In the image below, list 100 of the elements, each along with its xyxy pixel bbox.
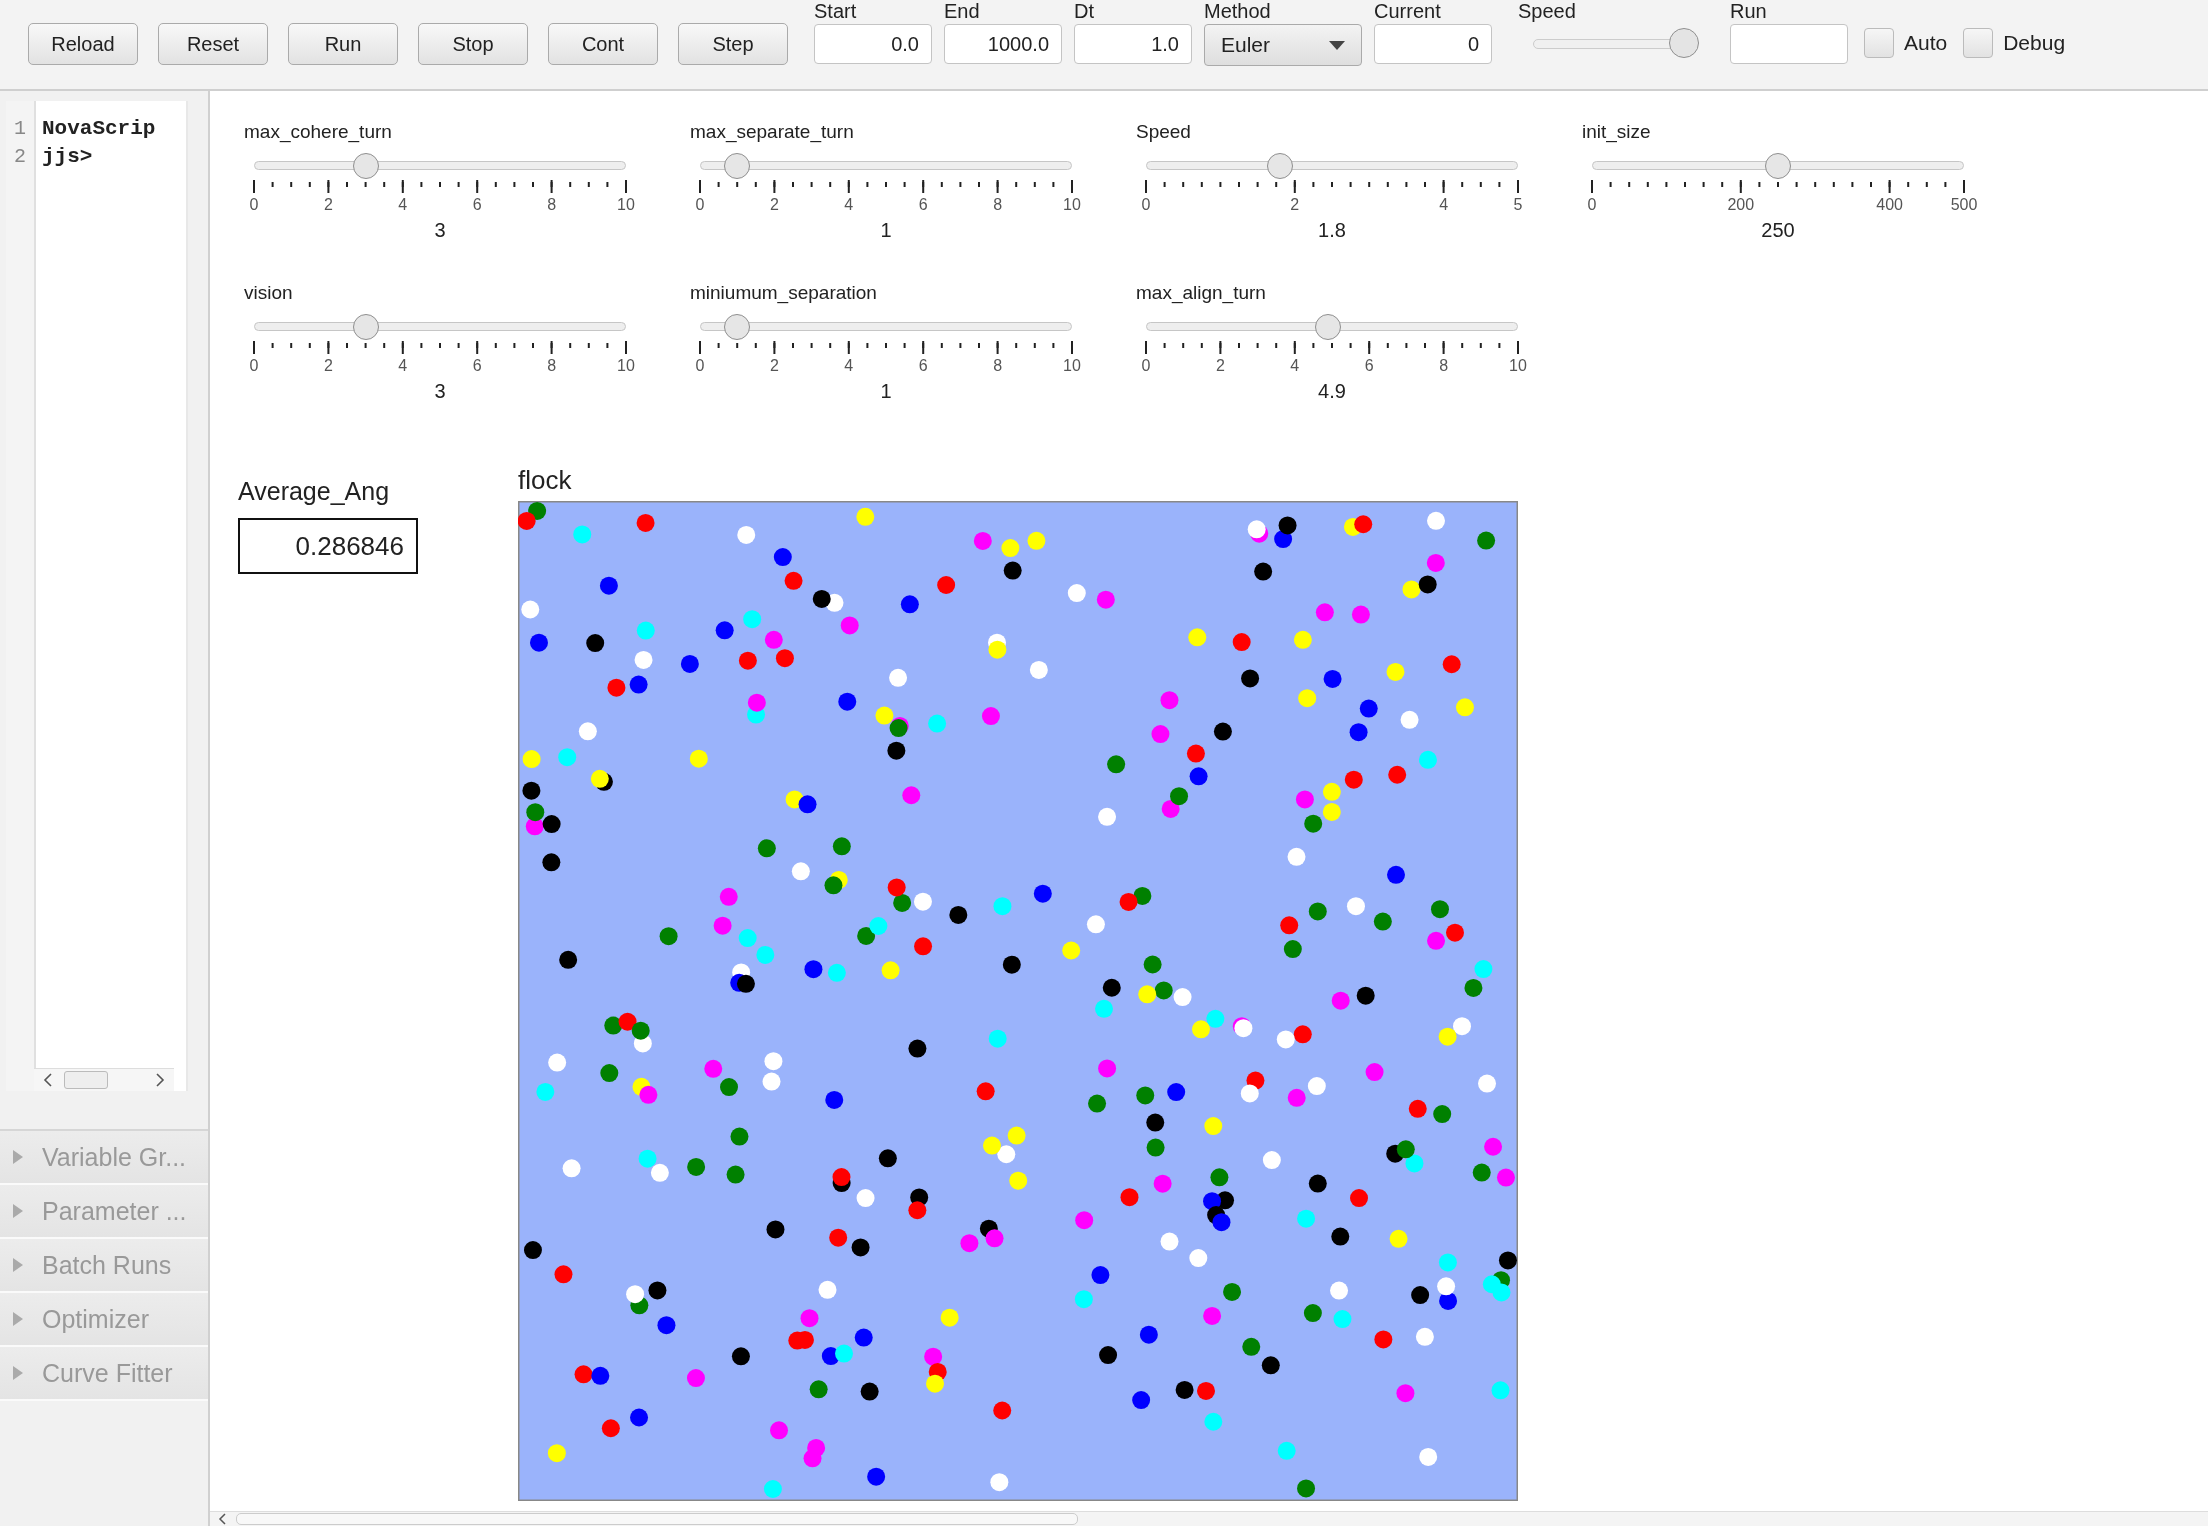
tick-label: 0 [695,357,705,375]
scroll-thumb[interactable] [64,1071,108,1089]
toolbar-button[interactable]: Cont [548,23,658,65]
expand-triangle-icon [12,1149,24,1165]
tick-label: 2 [769,196,779,214]
tick-label: 2 [769,357,779,375]
tick-label: 8 [993,196,1003,214]
script-editor[interactable]: 1 2 NovaScrip jjs> [6,101,188,1091]
slider[interactable] [700,153,1072,179]
tick-label: 8 [993,357,1003,375]
slider-thumb[interactable] [1765,153,1791,179]
slider-thumb[interactable] [1668,28,1699,58]
line-number: 1 [14,116,26,142]
line-number: 2 [14,144,26,170]
slider-label: Speed [1136,121,1192,144]
tick-label: 6 [472,196,482,214]
tick-label: 5 [1513,196,1523,214]
slider-thumb[interactable] [724,314,751,340]
tick-label: 200 [1727,196,1755,214]
scroll-left-icon[interactable] [42,1072,54,1088]
slider-label: vision [244,282,294,305]
slider-thumb[interactable] [1315,314,1342,340]
tick-label: 2 [1290,196,1300,214]
expand-triangle-icon [12,1365,24,1381]
slider[interactable] [1146,314,1518,340]
tick-label: 6 [918,357,928,375]
output-label: Average_Ang [238,477,391,506]
horizontal-scrollbar[interactable] [210,1511,2208,1526]
scroll-thumb[interactable] [236,1513,1078,1525]
slider-label: max_align_turn [1136,282,1267,306]
slider[interactable] [254,153,626,179]
tick-label: 0 [1141,357,1151,375]
slider-label: max_cohere_turn [244,121,393,145]
checkbox-label: Debug [2003,31,2066,55]
tick-label: 0 [1587,196,1597,214]
field-label: Run [1730,0,1768,24]
tick-label: 0 [249,357,259,375]
method-dropdown[interactable]: Euler [1204,24,1362,66]
slider-thumb[interactable] [352,314,379,340]
toolbar-button[interactable]: Run [288,23,398,65]
tick-label: 0 [249,196,259,214]
input-field[interactable] [1730,24,1848,64]
caret-icon [1329,40,1345,50]
output-value: 0.286846 [238,518,418,574]
tick-label: 2 [323,357,333,375]
code-line: NovaScrip [42,116,156,142]
tick-label: 10 [617,196,635,214]
toolbar-button[interactable]: Step [678,23,788,65]
checkbox[interactable] [1963,28,1994,58]
field-label: Method [1204,0,1272,24]
slider-thumb[interactable] [352,153,379,179]
slider[interactable] [254,314,626,340]
field-label: Current [1374,0,1442,24]
code-line: jjs> [42,144,94,170]
tick-label: 400 [1876,196,1903,214]
slider-thumb[interactable] [1266,153,1293,179]
tick-label: 2 [1215,357,1225,375]
field-label: Speed [1518,0,1577,24]
toolbar-button[interactable]: Reset [158,23,268,65]
slider[interactable] [700,314,1072,340]
tick-label: 6 [472,357,482,375]
expand-triangle-icon [12,1311,24,1327]
tick-label: 4 [398,196,408,214]
slider-value: 3 [433,380,447,403]
tick-label: 500 [1950,196,1978,214]
input-field[interactable]: 0.0 [814,24,932,64]
input-field[interactable]: 1000.0 [944,24,1062,64]
slider-thumb[interactable] [724,153,751,179]
tick-label: 4 [1439,196,1449,214]
slider[interactable] [1146,153,1518,179]
tick-label: 0 [695,196,705,214]
slider-label: init_size [1582,121,1652,145]
tick-label: 4 [844,357,854,375]
slider-value: 1 [879,219,893,242]
canvas-title: flock [518,465,573,497]
tick-label: 8 [547,357,557,375]
slider[interactable] [1592,153,1964,179]
checkbox[interactable] [1864,28,1894,58]
tick-label: 10 [617,357,635,375]
slider-value: 250 [1760,219,1796,242]
tick-label: 8 [547,196,557,214]
tick-label: 8 [1439,357,1449,375]
tick-label: 4 [1290,357,1300,375]
tick-label: 4 [398,357,408,375]
field-label: End [944,0,981,24]
field-label: Dt [1074,0,1095,24]
tick-label: 10 [1063,196,1081,214]
input-field[interactable]: 0 [1374,24,1492,64]
scroll-left-icon[interactable] [218,1513,228,1525]
horizontal-scrollbar[interactable] [34,1068,174,1091]
scroll-right-icon[interactable] [154,1072,166,1088]
input-field[interactable]: 1.0 [1074,24,1192,64]
tick-label: 0 [1141,196,1151,214]
tick-label: 10 [1509,357,1527,375]
slider-value: 3 [433,219,447,242]
expand-triangle-icon [12,1203,24,1219]
slider-label: miniumum_separation [690,282,878,306]
toolbar-button[interactable]: Stop [418,23,528,65]
toolbar-button[interactable]: Reload [28,23,138,65]
tick-label: 10 [1063,357,1081,375]
